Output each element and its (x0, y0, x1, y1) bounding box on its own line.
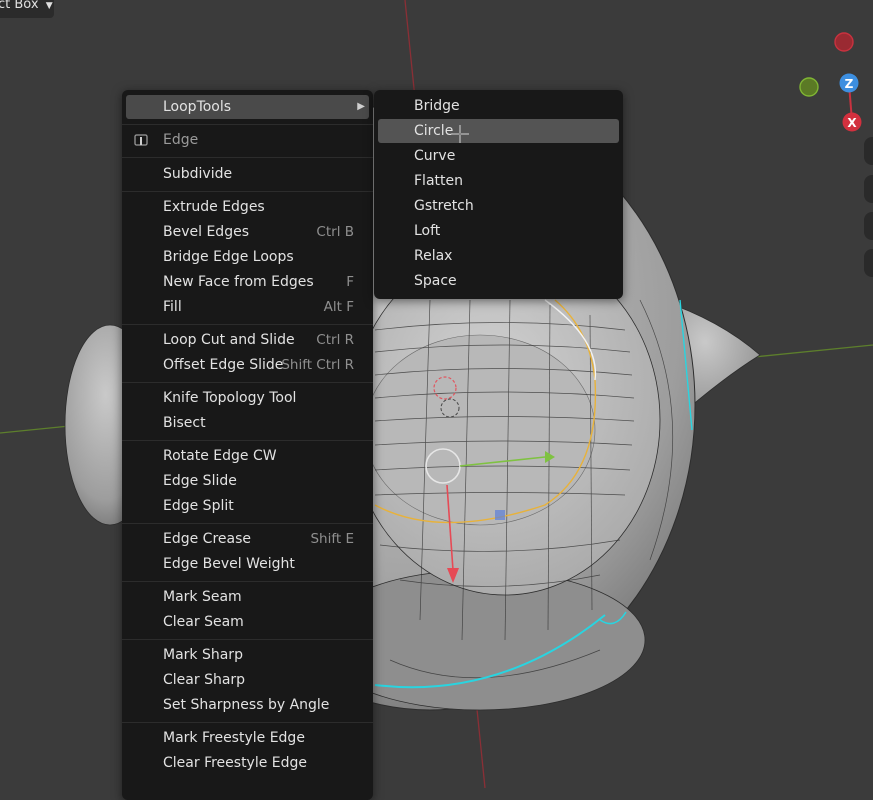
menu-separator (122, 523, 373, 524)
menu-item-label: Edge Slide (163, 473, 237, 489)
menu-item-edge-slide[interactable]: Edge Slide (126, 469, 369, 493)
menu-item-label: New Face from Edges (163, 274, 314, 290)
menu-item-subdivide[interactable]: Subdivide (126, 162, 369, 186)
menu-separator (122, 157, 373, 158)
menu-item-shortcut: Shift E (310, 531, 354, 547)
menu-separator (122, 382, 373, 383)
menu-separator (122, 722, 373, 723)
menu-item-bridge-edge-loops[interactable]: Bridge Edge Loops (126, 245, 369, 269)
viewport-nav-button[interactable] (864, 137, 873, 165)
submenu-item-flatten[interactable]: Flatten (378, 169, 619, 193)
menu-item-shortcut: F (346, 274, 354, 290)
submenu-item-curve[interactable]: Curve (378, 144, 619, 168)
menu-title: Edge (163, 132, 199, 148)
menu-item-rotate-edge-cw[interactable]: Rotate Edge CW (126, 444, 369, 468)
submenu-item-label: Curve (414, 148, 456, 164)
menu-item-label: Bevel Edges (163, 224, 249, 240)
submenu-item-label: Flatten (414, 173, 463, 189)
menu-item-new-face-from-edges[interactable]: New Face from Edges F (126, 270, 369, 294)
viewport-nav-button[interactable] (864, 212, 873, 240)
menu-item-shortcut: Shift Ctrl R (281, 357, 354, 373)
viewport-nav-button[interactable] (864, 175, 873, 203)
menu-item-label: Set Sharpness by Angle (163, 697, 330, 713)
edge-context-menu: LoopTools ▶ Edge Subdivide Extrude Edges B… (122, 90, 373, 800)
menu-item-label: Mark Sharp (163, 647, 243, 663)
menu-separator (122, 191, 373, 192)
neg-y-axis-handle (799, 77, 819, 97)
menu-item-label: Subdivide (163, 166, 233, 182)
menu-item-knife-topology-tool[interactable]: Knife Topology Tool (126, 386, 369, 410)
edge-mode-icon (134, 134, 148, 146)
menu-item-label: Clear Seam (163, 614, 244, 630)
menu-item-label: Bisect (163, 415, 206, 431)
menu-item-mark-freestyle-edge[interactable]: Mark Freestyle Edge (126, 726, 369, 750)
looptools-submenu: Bridge Circle Curve Flatten Gstretch Loft Rela… (374, 90, 623, 299)
menu-item-edge-crease[interactable]: Edge Crease Shift E (126, 527, 369, 551)
menu-separator (122, 581, 373, 582)
submenu-item-label: Circle (414, 123, 454, 139)
menu-item-label: Edge Crease (163, 531, 252, 547)
z-axis-label: Z (845, 77, 854, 91)
submenu-item-relax[interactable]: Relax (378, 244, 619, 268)
menu-item-mark-seam[interactable]: Mark Seam (126, 585, 369, 609)
menu-item-label: Rotate Edge CW (163, 448, 277, 464)
menu-item-looptools[interactable]: LoopTools ▶ (126, 95, 369, 119)
chevron-down-icon: ▼ (45, 1, 53, 11)
select-box-dropdown[interactable]: ct Box ▼ (0, 0, 54, 18)
navigation-gizmo[interactable]: Z X (799, 32, 862, 132)
submenu-item-label: Space (414, 273, 457, 289)
menu-item-label: Fill (163, 299, 182, 315)
menu-item-fill[interactable]: Fill Alt F (126, 295, 369, 319)
menu-item-label: Clear Freestyle Edge (163, 755, 308, 771)
submenu-item-circle[interactable]: Circle (378, 119, 619, 143)
menu-item-clear-freestyle-edge[interactable]: Clear Freestyle Edge (126, 751, 369, 775)
submenu-item-label: Bridge (414, 98, 460, 114)
menu-item-label: Mark Freestyle Edge (163, 730, 305, 746)
submenu-arrow-icon: ▶ (357, 101, 365, 112)
viewport-nav-button[interactable] (864, 249, 873, 277)
menu-item-edge-bevel-weight[interactable]: Edge Bevel Weight (126, 552, 369, 576)
menu-item-loop-cut-and-slide[interactable]: Loop Cut and Slide Ctrl R (126, 328, 369, 352)
menu-item-label: Offset Edge Slide (163, 357, 284, 373)
menu-separator (122, 324, 373, 325)
menu-item-clear-seam[interactable]: Clear Seam (126, 610, 369, 634)
menu-item-label: Bridge Edge Loops (163, 249, 294, 265)
menu-item-label: Edge Split (163, 498, 234, 514)
submenu-item-label: Loft (414, 223, 441, 239)
crosshair-cursor-icon (451, 125, 469, 143)
submenu-item-gstretch[interactable]: Gstretch (378, 194, 619, 218)
menu-item-clear-sharp[interactable]: Clear Sharp (126, 668, 369, 692)
menu-item-shortcut: Ctrl B (316, 224, 354, 240)
menu-item-extrude-edges[interactable]: Extrude Edges (126, 195, 369, 219)
x-axis-label: X (847, 116, 857, 130)
neg-x-axis-handle (834, 32, 854, 52)
menu-item-label: Clear Sharp (163, 672, 246, 688)
submenu-item-label: Gstretch (414, 198, 474, 214)
submenu-item-space[interactable]: Space (378, 269, 619, 293)
menu-item-label: Loop Cut and Slide (163, 332, 295, 348)
submenu-item-bridge[interactable]: Bridge (378, 94, 619, 118)
menu-item-mark-sharp[interactable]: Mark Sharp (126, 643, 369, 667)
select-box-label: ct Box (0, 0, 39, 12)
menu-item-shortcut: Alt F (323, 299, 354, 315)
menu-separator (122, 440, 373, 441)
menu-item-edge-split[interactable]: Edge Split (126, 494, 369, 518)
menu-separator (122, 639, 373, 640)
menu-item-bisect[interactable]: Bisect (126, 411, 369, 435)
menu-item-bevel-edges[interactable]: Bevel Edges Ctrl B (126, 220, 369, 244)
submenu-item-loft[interactable]: Loft (378, 219, 619, 243)
menu-item-offset-edge-slide[interactable]: Offset Edge Slide Shift Ctrl R (126, 353, 369, 377)
menu-item-label: Extrude Edges (163, 199, 265, 215)
menu-separator (122, 124, 373, 125)
menu-item-shortcut: Ctrl R (316, 332, 354, 348)
submenu-item-label: Relax (414, 248, 453, 264)
menu-header-edge: Edge (126, 128, 369, 152)
menu-item-set-sharpness-by-angle[interactable]: Set Sharpness by Angle (126, 693, 369, 717)
menu-item-label: Edge Bevel Weight (163, 556, 295, 572)
menu-item-label: Knife Topology Tool (163, 390, 297, 406)
menu-item-label: Mark Seam (163, 589, 242, 605)
